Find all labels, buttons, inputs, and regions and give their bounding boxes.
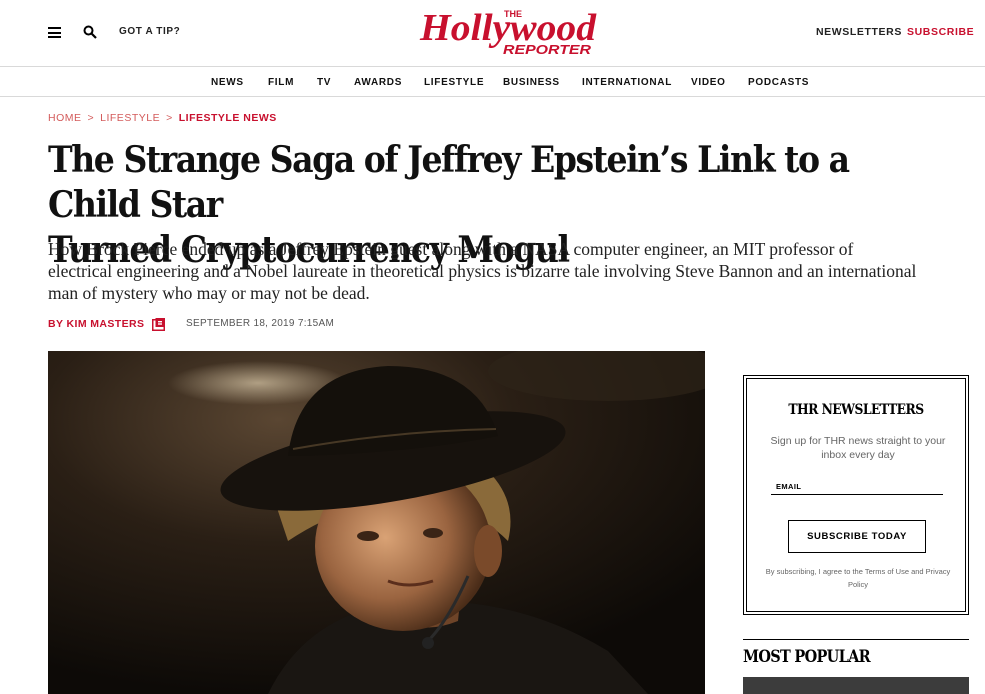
most-popular-thumbnail[interactable] — [743, 677, 969, 694]
site-header: GOT A TIP? THE Hollywood REPORTER NEWSLE… — [0, 0, 985, 67]
email-field[interactable] — [771, 476, 943, 494]
newsletter-title: THR NEWSLETTERS — [788, 402, 924, 418]
logo-reporter: REPORTER — [503, 42, 592, 57]
article-byline[interactable]: BY KIM MASTERS — [48, 318, 144, 330]
most-popular-divider — [743, 639, 969, 640]
got-a-tip-link[interactable]: GOT A TIP? — [119, 26, 180, 37]
nav-item-tv[interactable]: TV — [317, 77, 331, 88]
subscribe-link[interactable]: SUBSCRIBE — [907, 26, 974, 38]
breadcrumb-separator: > — [166, 112, 173, 124]
newsletters-link[interactable]: NEWSLETTERS — [816, 26, 902, 38]
article-date: SEPTEMBER 18, 2019 7:15AM — [186, 318, 335, 329]
headline-line-1: The Strange Saga of Jeffrey Epstein’s Li… — [48, 139, 850, 226]
newsletter-legal-text: By subscribing, I agree to the Terms of … — [765, 567, 951, 589]
hollywood-reporter-logo[interactable]: THE Hollywood REPORTER — [418, 6, 600, 58]
nav-item-podcasts[interactable]: PODCASTS — [748, 77, 809, 88]
breadcrumb-lifestyle[interactable]: LIFESTYLE — [100, 112, 160, 124]
article-dek: How Brock Pierce ended up as a Jeffrey E… — [48, 239, 917, 303]
newsletter-inner-frame: THR NEWSLETTERS Sign up for THR news str… — [746, 378, 966, 612]
author-page-icon[interactable] — [152, 318, 165, 331]
nav-item-video[interactable]: VIDEO — [691, 77, 726, 88]
portrait-illustration — [48, 351, 705, 694]
newsletter-signup-box: THR NEWSLETTERS Sign up for THR news str… — [743, 375, 969, 615]
newsletter-description: Sign up for THR news straight to your in… — [770, 435, 946, 461]
nav-item-awards[interactable]: AWARDS — [354, 77, 402, 88]
nav-item-lifestyle[interactable]: LIFESTYLE — [424, 77, 484, 88]
search-icon[interactable] — [83, 25, 97, 39]
nav-item-film[interactable]: FILM — [268, 77, 294, 88]
breadcrumb: HOME > LIFESTYLE > LIFESTYLE NEWS — [48, 112, 277, 124]
article-hero-image — [48, 351, 705, 694]
nav-item-business[interactable]: BUSINESS — [503, 77, 560, 88]
main-nav: NEWS FILM TV AWARDS LIFESTYLE BUSINESS I… — [0, 68, 985, 97]
nav-item-news[interactable]: NEWS — [211, 77, 244, 88]
breadcrumb-separator: > — [87, 112, 95, 124]
email-underline — [771, 494, 943, 495]
nav-item-international[interactable]: INTERNATIONAL — [582, 77, 672, 88]
hamburger-menu-icon[interactable] — [48, 27, 61, 38]
most-popular-heading: MOST POPULAR — [743, 647, 871, 667]
subscribe-today-button[interactable]: SUBSCRIBE TODAY — [788, 520, 926, 553]
breadcrumb-home[interactable]: HOME — [48, 112, 82, 124]
breadcrumb-lifestyle-news[interactable]: LIFESTYLE NEWS — [179, 112, 277, 124]
